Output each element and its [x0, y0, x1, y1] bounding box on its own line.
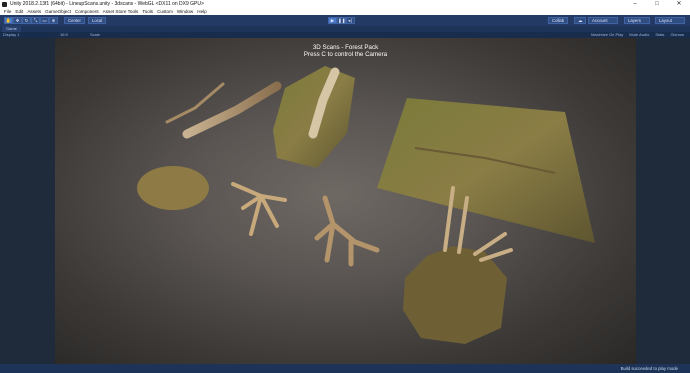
game-viewport[interactable]: 3D Scans - Forest Pack Press C to contro…: [55, 38, 636, 364]
menu-asset-store-tools[interactable]: Asset Store Tools: [103, 9, 139, 14]
window-controls: – □ ✕: [624, 0, 690, 8]
status-bar: Build succeeded to play mode: [0, 364, 690, 373]
title-bar: Unity 2018.2.13f1 (64bit) - LineupScans.…: [0, 0, 690, 8]
forest-floor-tile-scan: [377, 98, 595, 243]
menu-component[interactable]: Component: [75, 9, 99, 14]
pivot-center-toggle[interactable]: Center: [64, 17, 85, 24]
move-tool-icon[interactable]: ✥: [13, 17, 22, 24]
menu-tools[interactable]: Tools: [142, 9, 153, 14]
menu-bar: File Edit Assets GameObject Component As…: [0, 8, 690, 15]
root-cluster-scan-1: [231, 182, 287, 236]
menu-help[interactable]: Help: [197, 9, 206, 14]
maximize-button[interactable]: □: [646, 0, 668, 8]
transform-tools: ✋ ✥ ↻ ⤡ ▭ ⊕: [4, 17, 58, 24]
root-cluster-scan-2: [314, 195, 380, 267]
pivot-local-toggle[interactable]: Local: [88, 17, 107, 24]
rotate-tool-icon[interactable]: ↻: [22, 17, 31, 24]
close-button[interactable]: ✕: [668, 0, 690, 8]
pause-button[interactable]: ❚❚: [337, 17, 346, 24]
step-button[interactable]: ▸|: [346, 17, 355, 24]
rect-tool-icon[interactable]: ▭: [40, 17, 49, 24]
scale-tool-icon[interactable]: ⤡: [31, 17, 40, 24]
broken-log-scan: [182, 81, 282, 139]
hand-tool-icon[interactable]: ✋: [4, 17, 13, 24]
layout-dropdown[interactable]: Layout: [655, 17, 685, 24]
caption-hint: Press C to control the Camera: [303, 51, 388, 58]
play-controls: ▶ ❚❚ ▸|: [328, 17, 355, 24]
stats-toggle[interactable]: Stats: [655, 32, 664, 38]
status-message: Build succeeded to play mode: [620, 366, 678, 371]
gizmos-dropdown[interactable]: Gizmos: [670, 32, 684, 38]
transform-tool-icon[interactable]: ⊕: [49, 17, 58, 24]
tab-game-label: Game: [6, 26, 17, 31]
menu-custom[interactable]: Custom: [157, 9, 173, 14]
window-title: Unity 2018.2.13f1 (64bit) - LineupScans.…: [10, 1, 204, 7]
menu-assets[interactable]: Assets: [27, 9, 41, 14]
layers-dropdown[interactable]: Layers: [624, 17, 650, 24]
account-dropdown[interactable]: Account: [588, 17, 618, 24]
cloud-icon[interactable]: ☁: [574, 17, 587, 24]
menu-file[interactable]: File: [4, 9, 11, 14]
caption-title: 3D Scans - Forest Pack: [312, 44, 379, 51]
play-button[interactable]: ▶: [328, 17, 337, 24]
display-dropdown[interactable]: Display 1: [3, 32, 19, 38]
menu-edit[interactable]: Edit: [15, 9, 23, 14]
minimize-button[interactable]: –: [624, 0, 646, 8]
main-toolbar: ✋ ✥ ↻ ⤡ ▭ ⊕ Center Local ▶ ❚❚ ▸| Collab …: [0, 15, 690, 26]
tree-stump-scan: [403, 246, 507, 344]
scene-caption: 3D Scans - Forest Pack Press C to contro…: [55, 44, 636, 58]
leaf-litter-patch-scan: [137, 166, 209, 210]
menu-window[interactable]: Window: [177, 9, 193, 14]
unity-logo-icon: [2, 1, 7, 7]
collab-button[interactable]: Collab: [548, 17, 569, 24]
scene-render: [137, 66, 595, 344]
menu-gameobject[interactable]: GameObject: [45, 9, 71, 14]
